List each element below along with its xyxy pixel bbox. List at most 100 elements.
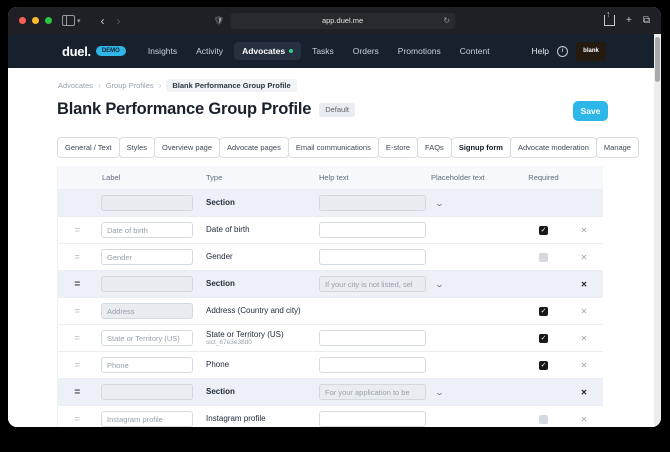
remove-row-button[interactable]: ✕ [581,307,588,316]
label-input[interactable] [101,195,193,211]
page-content: Advocates›Group Profiles›Blank Performan… [8,68,654,427]
tab-styles[interactable]: Styles [119,137,155,158]
drag-handle-icon[interactable]: = [75,333,80,343]
help-text-input[interactable] [319,195,426,211]
save-button[interactable]: Save [573,101,608,121]
share-icon[interactable] [604,15,615,26]
drag-handle-icon[interactable]: = [75,360,80,370]
nav-item-content[interactable]: Content [452,42,498,60]
help-text-input[interactable] [319,222,426,238]
forward-button[interactable]: › [111,15,127,27]
nav-item-promotions[interactable]: Promotions [390,42,449,60]
new-tab-button[interactable]: + [626,15,632,26]
tab-manage[interactable]: Manage [596,137,639,158]
field-type-label: State or Territory (US) [206,330,284,339]
drag-handle-icon[interactable]: = [74,387,79,398]
placeholder-cell [426,244,521,270]
label-input[interactable] [101,357,193,373]
help-text-input[interactable] [319,411,426,427]
field-row-gender: =Gender✕ [58,243,603,270]
field-row-state-or-territory-us: =State or Territory (US)slct_67e3e38d0✓✕ [58,324,603,351]
minimize-window-button[interactable] [32,17,39,24]
nav-item-advocates[interactable]: Advocates [234,42,301,60]
help-text-input[interactable] [319,330,426,346]
table-body: Section⌄=Date of birth✓✕=Gender✕=Section… [58,189,603,427]
placeholder-cell [426,352,521,378]
tab-advocate-pages[interactable]: Advocate pages [219,137,289,158]
info-icon[interactable]: i [557,46,568,57]
reload-icon[interactable]: ↻ [443,16,450,25]
zoom-window-button[interactable] [45,17,52,24]
help-text-input[interactable] [319,276,426,292]
tab-email-communications[interactable]: Email communications [288,137,379,158]
label-input[interactable] [101,276,193,292]
field-type-label: Phone [206,360,229,369]
label-input[interactable] [101,222,193,238]
tab-overview-icon[interactable]: ⧉ [643,15,650,26]
tab-overview-page[interactable]: Overview page [154,137,220,158]
remove-row-button[interactable]: ✕ [581,361,588,370]
chevron-down-icon[interactable]: ⌄ [434,199,444,208]
required-checkbox-unchecked[interactable] [539,253,548,262]
required-checkbox-unchecked[interactable] [539,415,548,424]
close-window-button[interactable] [19,17,26,24]
required-checkbox-checked[interactable]: ✓ [539,361,548,370]
required-checkbox-checked[interactable]: ✓ [539,307,548,316]
required-checkbox-checked[interactable]: ✓ [539,226,548,235]
chevron-down-icon[interactable]: ⌄ [434,280,444,289]
column-header-required: Required [521,173,566,182]
address-bar[interactable]: app.duel.me ↻ [230,13,455,29]
drag-handle-icon[interactable]: = [75,414,80,424]
chevron-down-icon[interactable]: ⌄ [434,388,444,397]
page-scrollbar[interactable] [654,34,661,427]
label-input[interactable] [101,411,193,427]
label-input[interactable] [101,303,193,319]
help-text-input[interactable] [319,384,426,400]
placeholder-cell [426,298,521,324]
demo-badge: DEMO [96,46,126,56]
tab-faqs[interactable]: FAQs [417,137,452,158]
traffic-lights [19,17,52,24]
tab-general-text[interactable]: General / Text [57,137,120,158]
scrollbar-thumb[interactable] [655,37,660,82]
breadcrumb-item-advocates[interactable]: Advocates [58,81,93,90]
nav-item-tasks[interactable]: Tasks [304,42,342,60]
breadcrumb-item-group-profiles[interactable]: Group Profiles [106,81,154,90]
tab-signup-form[interactable]: Signup form [451,137,511,158]
remove-row-button[interactable]: ✕ [581,388,588,397]
drag-handle-icon[interactable]: = [75,306,80,316]
tab-advocate-moderation[interactable]: Advocate moderation [510,137,597,158]
drag-handle-icon[interactable]: = [75,252,80,262]
label-input[interactable] [101,384,193,400]
sidebar-toggle-icon[interactable] [62,15,75,26]
column-header-placeholder-text: Placeholder text [426,173,521,182]
nav-item-insights[interactable]: Insights [140,42,185,60]
account-avatar[interactable]: blank [576,42,606,61]
label-input[interactable] [101,330,193,346]
nav-item-activity[interactable]: Activity [188,42,231,60]
browser-window: ▾ ‹ › 🛡 app.duel.me ↻ + ⧉ duel. DEMO Ins… [8,7,661,427]
help-text-input[interactable] [319,357,426,373]
tab-e-store[interactable]: E-store [378,137,418,158]
duel-logo[interactable]: duel. [62,44,91,59]
required-checkbox-checked[interactable]: ✓ [539,334,548,343]
privacy-shield-icon[interactable]: 🛡 [214,16,224,25]
drag-handle-icon[interactable]: = [75,225,80,235]
remove-row-button[interactable]: ✕ [581,280,588,289]
remove-row-button[interactable]: ✕ [581,253,588,262]
remove-row-button[interactable]: ✕ [581,415,588,424]
remove-row-button[interactable]: ✕ [581,226,588,235]
default-badge: Default [319,103,355,117]
breadcrumb-item-blank-performance-group-profile[interactable]: Blank Performance Group Profile [166,79,296,92]
field-type-label: Address (Country and city) [206,306,301,315]
placeholder-cell [426,406,521,427]
help-text-input[interactable] [319,249,426,265]
label-input[interactable] [101,249,193,265]
breadcrumb-separator: › [159,81,162,90]
chevron-down-icon[interactable]: ▾ [77,17,81,25]
nav-item-orders[interactable]: Orders [345,42,387,60]
drag-handle-icon[interactable]: = [74,279,79,290]
back-button[interactable]: ‹ [95,15,111,27]
help-link[interactable]: Help [532,46,549,56]
remove-row-button[interactable]: ✕ [581,334,588,343]
